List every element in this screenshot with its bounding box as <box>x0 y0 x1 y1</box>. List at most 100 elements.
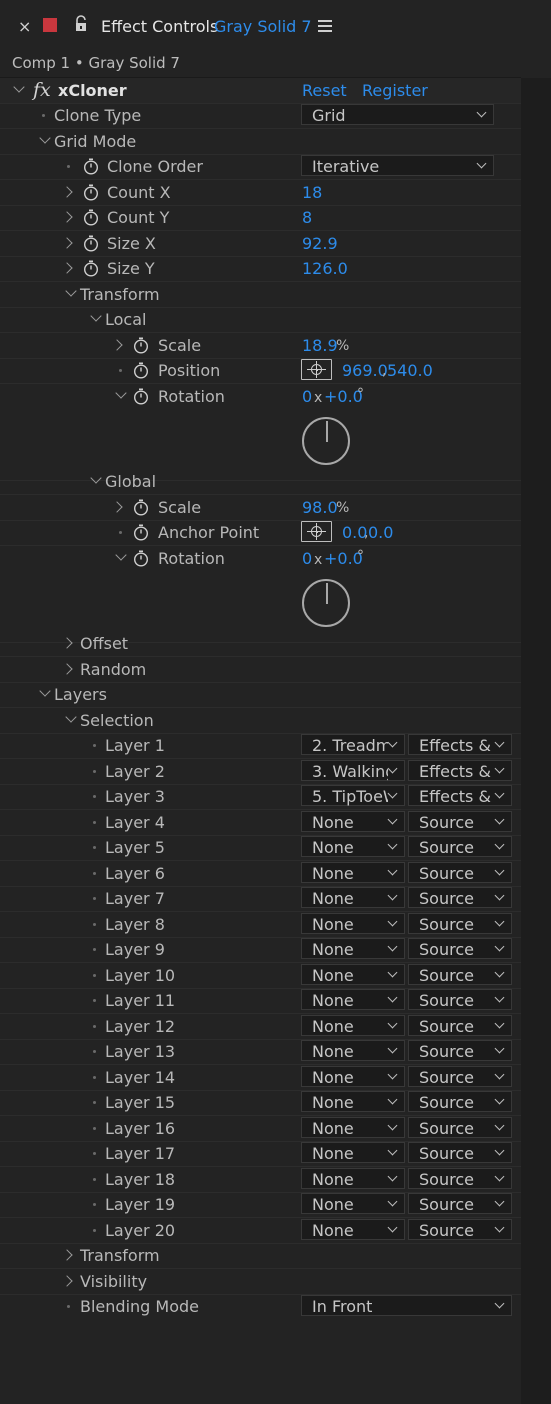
stopwatch-icon[interactable] <box>83 235 99 252</box>
layer-source-dropdown[interactable]: None <box>301 964 405 985</box>
chevron-down-icon[interactable] <box>115 387 127 399</box>
local-scale-value[interactable]: 18.9 <box>302 336 338 355</box>
offset-group-row[interactable]: Offset <box>0 631 521 657</box>
layer-mode-dropdown[interactable]: Source <box>408 1117 512 1138</box>
crosshair-target-icon[interactable] <box>301 359 332 380</box>
layer-mode-dropdown[interactable]: Source <box>408 1040 512 1061</box>
hamburger-menu-icon[interactable] <box>318 20 332 32</box>
layer-source-dropdown[interactable]: None <box>301 1066 405 1087</box>
chevron-down-icon[interactable] <box>39 132 51 144</box>
layer-mode-dropdown[interactable]: Source <box>408 1193 512 1214</box>
layer-mode-dropdown[interactable]: Source <box>408 1091 512 1112</box>
clone-order-dropdown[interactable]: Iterative <box>301 155 494 176</box>
local-rotation-revolutions[interactable]: 0 <box>302 387 312 406</box>
lock-icon[interactable] <box>73 15 89 33</box>
random-group-row[interactable]: Random <box>0 657 521 683</box>
global-group-row[interactable]: Global <box>0 469 521 495</box>
layer-mode-dropdown[interactable]: Effects & <box>408 760 512 781</box>
layer-mode-dropdown[interactable]: Source <box>408 1066 512 1087</box>
chevron-right-icon[interactable] <box>61 186 73 198</box>
visibility-row[interactable]: Visibility <box>0 1269 521 1295</box>
layer-mode-dropdown[interactable]: Source <box>408 1168 512 1189</box>
reset-button[interactable]: Reset <box>302 81 347 100</box>
layer-source-dropdown[interactable]: 5. TipToeW <box>301 785 405 806</box>
chevron-right-icon[interactable] <box>61 637 73 649</box>
stopwatch-icon[interactable] <box>83 209 99 226</box>
fx-icon[interactable]: fx <box>33 79 51 101</box>
chevron-right-icon[interactable] <box>61 663 73 675</box>
layer-source-dropdown[interactable]: None <box>301 1091 405 1112</box>
layer-mode-dropdown[interactable]: Effects & <box>408 734 512 755</box>
label-color-swatch[interactable] <box>43 18 57 32</box>
selection-group-row[interactable]: Selection <box>0 708 521 734</box>
layer-source-dropdown[interactable]: None <box>301 989 405 1010</box>
layer-mode-dropdown[interactable]: Source <box>408 887 512 908</box>
layer-mode-dropdown[interactable]: Source <box>408 836 512 857</box>
layer-mode-dropdown[interactable]: Source <box>408 1219 512 1240</box>
chevron-right-icon[interactable] <box>61 237 73 249</box>
clone-type-dropdown[interactable]: Grid <box>301 104 494 125</box>
crosshair-target-icon[interactable] <box>301 521 332 542</box>
close-icon[interactable]: × <box>18 16 32 38</box>
blending-mode-dropdown[interactable]: In Front <box>301 1295 512 1316</box>
local-rotation-dial[interactable] <box>302 417 350 465</box>
layer-source-dropdown[interactable]: None <box>301 938 405 959</box>
transform-group-row[interactable]: Transform <box>0 282 521 308</box>
layer-source-dropdown[interactable]: None <box>301 1040 405 1061</box>
stopwatch-icon[interactable] <box>83 158 99 175</box>
count-x-value[interactable]: 18 <box>302 183 322 202</box>
stopwatch-icon[interactable] <box>83 260 99 277</box>
stopwatch-icon[interactable] <box>133 524 149 541</box>
stopwatch-icon[interactable] <box>83 184 99 201</box>
chevron-right-icon[interactable] <box>111 339 123 351</box>
layer-source-dropdown[interactable]: None <box>301 836 405 857</box>
layer-source-dropdown[interactable]: None <box>301 1168 405 1189</box>
local-position-x[interactable]: 969.0 <box>342 361 388 380</box>
chevron-down-icon[interactable] <box>90 310 102 322</box>
layer-source-dropdown[interactable]: None <box>301 1193 405 1214</box>
layer-source-dropdown[interactable]: None <box>301 862 405 883</box>
chevron-right-icon[interactable] <box>61 1275 73 1287</box>
layer-mode-dropdown[interactable]: Source <box>408 1142 512 1163</box>
stopwatch-icon[interactable] <box>133 362 149 379</box>
chevron-down-icon[interactable] <box>65 711 77 723</box>
layer-mode-dropdown[interactable]: Source <box>408 989 512 1010</box>
chevron-down-icon[interactable] <box>39 685 51 697</box>
stopwatch-icon[interactable] <box>133 337 149 354</box>
layer-mode-dropdown[interactable]: Source <box>408 913 512 934</box>
layer-source-dropdown[interactable]: None <box>301 887 405 908</box>
layer-source-dropdown[interactable]: None <box>301 1117 405 1138</box>
vertical-scrollbar[interactable] <box>521 78 551 1404</box>
layer-mode-dropdown[interactable]: Source <box>408 862 512 883</box>
chevron-down-icon[interactable] <box>90 472 102 484</box>
count-y-value[interactable]: 8 <box>302 208 312 227</box>
layer-source-dropdown[interactable]: None <box>301 1015 405 1036</box>
local-position-y[interactable]: 540.0 <box>387 361 433 380</box>
anchor-point-y[interactable]: 0.0 <box>368 523 393 542</box>
stopwatch-icon[interactable] <box>133 499 149 516</box>
chevron-down-icon[interactable] <box>65 285 77 297</box>
size-y-value[interactable]: 126.0 <box>302 259 348 278</box>
stopwatch-icon[interactable] <box>133 550 149 567</box>
layer-mode-dropdown[interactable]: Effects & <box>408 785 512 806</box>
layer-source-dropdown[interactable]: None <box>301 811 405 832</box>
chevron-right-icon[interactable] <box>111 501 123 513</box>
layer-source-dropdown[interactable]: 2. Treadm <box>301 734 405 755</box>
global-rotation-dial[interactable] <box>302 579 350 627</box>
global-rotation-revolutions[interactable]: 0 <box>302 549 312 568</box>
layers-group-row[interactable]: Layers <box>0 682 521 708</box>
size-x-value[interactable]: 92.9 <box>302 234 338 253</box>
chevron-right-icon[interactable] <box>61 211 73 223</box>
chevron-right-icon[interactable] <box>61 262 73 274</box>
chevron-right-icon[interactable] <box>61 1249 73 1261</box>
layers-transform-row[interactable]: Transform <box>0 1243 521 1269</box>
grid-mode-row[interactable]: Grid Mode <box>0 129 521 155</box>
layer-mode-dropdown[interactable]: Source <box>408 938 512 959</box>
tab-layer-name[interactable]: Gray Solid 7 <box>214 17 312 36</box>
layer-source-dropdown[interactable]: None <box>301 1142 405 1163</box>
global-scale-value[interactable]: 98.0 <box>302 498 338 517</box>
layer-mode-dropdown[interactable]: Source <box>408 964 512 985</box>
effect-row-xcloner[interactable]: fx xCloner Reset Register <box>0 78 521 104</box>
layer-source-dropdown[interactable]: 3. Walking <box>301 760 405 781</box>
tab-effect-controls[interactable]: Effect Controls <box>101 17 218 36</box>
